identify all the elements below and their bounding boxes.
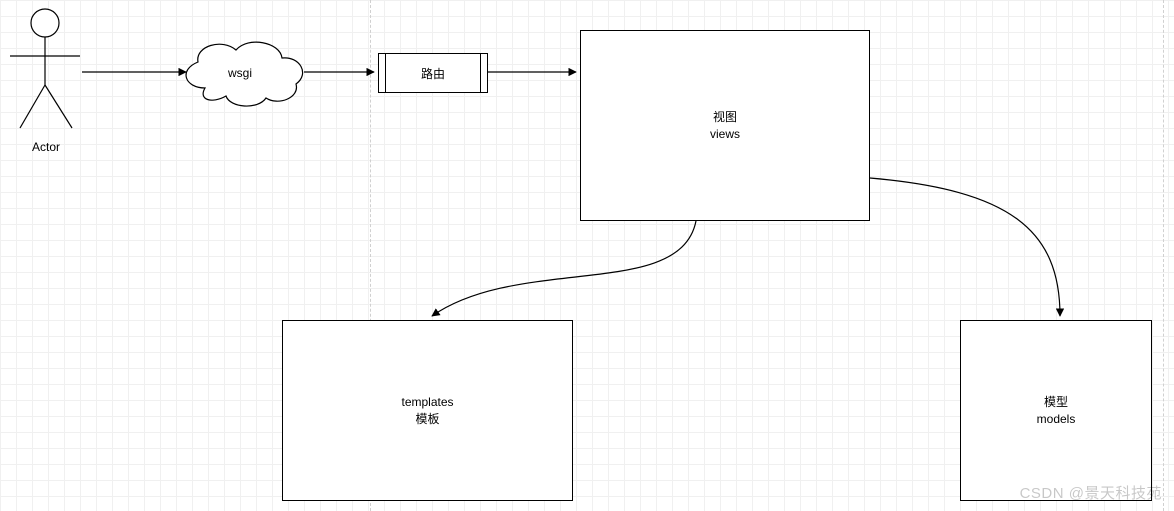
- views-label-line2: views: [710, 126, 740, 143]
- models-label-line1: 模型: [1037, 394, 1076, 411]
- views-label-line1: 视图: [710, 109, 740, 126]
- page-divider: [1163, 0, 1164, 511]
- router-node: 路由: [378, 53, 488, 93]
- templates-node: templates 模板: [282, 320, 573, 501]
- watermark: CSDN @景天科技苑: [1020, 482, 1162, 503]
- views-node: 视图 views: [580, 30, 870, 221]
- wsgi-label: wsgi: [228, 66, 252, 80]
- templates-label-line1: templates: [401, 394, 453, 411]
- actor-label: Actor: [18, 140, 74, 154]
- models-label-line2: models: [1037, 411, 1076, 428]
- router-label: 路由: [421, 65, 445, 82]
- models-node: 模型 models: [960, 320, 1152, 501]
- templates-label-line2: 模板: [401, 411, 453, 428]
